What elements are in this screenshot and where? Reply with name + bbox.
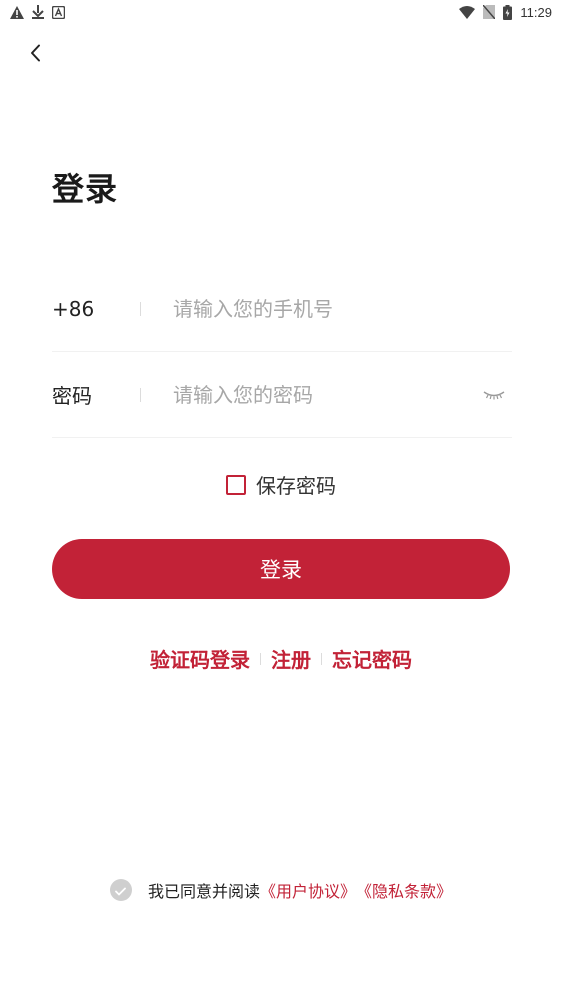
battery-icon xyxy=(503,4,513,20)
user-agreement-link[interactable]: 《用户协议》 xyxy=(260,878,356,902)
agreement-checkbox[interactable] xyxy=(109,879,132,901)
status-bar-left xyxy=(10,5,65,19)
login-button[interactable]: 登录 xyxy=(52,539,510,599)
download-icon xyxy=(32,5,44,19)
password-row: 密码 xyxy=(52,352,512,438)
no-sim-icon xyxy=(483,5,496,19)
warning-icon xyxy=(10,5,24,19)
back-button[interactable] xyxy=(22,42,48,68)
auth-links: 验证码登录 注册 忘记密码 xyxy=(0,644,562,673)
chevron-left-icon xyxy=(29,44,41,66)
link-divider xyxy=(321,652,322,665)
phone-input[interactable] xyxy=(173,288,512,329)
check-icon xyxy=(115,881,127,900)
privacy-policy-link[interactable]: 《隐私条款》 xyxy=(356,878,452,902)
agreement-text: 我已同意并阅读 xyxy=(147,882,260,901)
status-bar-right: 11:29 xyxy=(459,4,552,20)
register-link[interactable]: 注册 xyxy=(271,644,311,673)
phone-row: +86 xyxy=(52,266,512,352)
phone-divider xyxy=(140,301,141,316)
save-password-row: 保存密码 xyxy=(0,470,562,499)
sms-login-link[interactable]: 验证码登录 xyxy=(150,644,250,673)
password-divider xyxy=(140,387,141,402)
link-divider xyxy=(260,652,261,665)
agreement-row: 我已同意并阅读 《用户协议》 《隐私条款》 xyxy=(0,878,562,902)
forgot-password-link[interactable]: 忘记密码 xyxy=(332,644,412,673)
password-input[interactable] xyxy=(173,374,476,415)
status-time: 11:29 xyxy=(520,4,552,20)
a-icon xyxy=(52,5,65,19)
password-visibility-toggle[interactable] xyxy=(476,383,512,407)
password-label: 密码 xyxy=(52,384,92,408)
save-password-checkbox[interactable] xyxy=(226,474,246,495)
page-title: 登录 xyxy=(52,170,119,208)
country-code-label: +86 xyxy=(52,296,95,321)
status-bar: 11:29 xyxy=(0,0,562,24)
wifi-icon xyxy=(459,5,476,19)
save-password-label[interactable]: 保存密码 xyxy=(256,470,336,499)
eye-closed-icon xyxy=(483,385,505,404)
